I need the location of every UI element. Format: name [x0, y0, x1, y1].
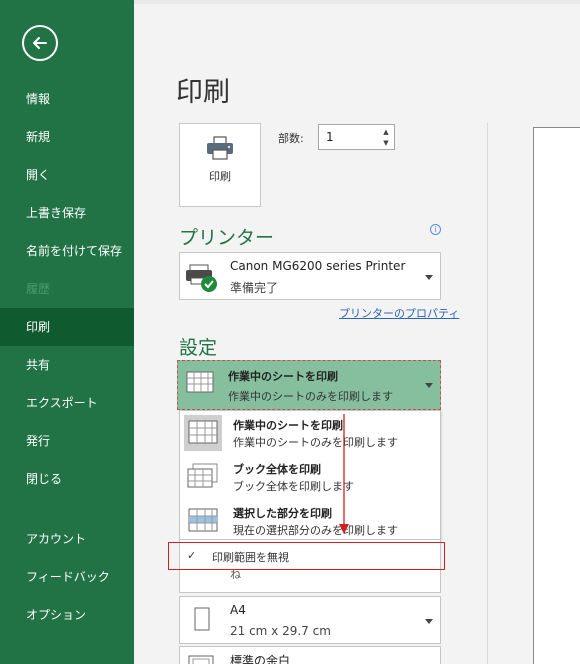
- printer-properties-link[interactable]: プリンターのプロパティ: [339, 305, 459, 321]
- page-title: 印刷: [176, 77, 230, 108]
- spin-down-icon[interactable]: ▼: [381, 138, 391, 148]
- print-button-label: 印刷: [209, 170, 231, 183]
- nav-save[interactable]: 上書き保存: [0, 194, 134, 232]
- top-strip: [134, 0, 580, 4]
- margins-icon: [188, 655, 214, 664]
- settings-heading: 設定: [179, 337, 218, 359]
- nav-publish[interactable]: 発行: [0, 422, 134, 460]
- printer-heading: プリンター: [179, 227, 275, 249]
- sheet-grid-icon: [184, 415, 222, 451]
- info-icon[interactable]: i: [430, 224, 441, 235]
- pane-divider: [487, 123, 488, 664]
- selected-option-subtitle: 作業中のシートのみを印刷します: [228, 390, 393, 403]
- printer-dropdown[interactable]: Canon MG6200 series Printer 準備完了: [179, 252, 441, 300]
- nav-new[interactable]: 新規: [0, 118, 134, 156]
- option-subtitle: 現在の選択部分のみを印刷します: [233, 524, 398, 537]
- nav-info[interactable]: 情報: [0, 80, 134, 118]
- copies-stepper[interactable]: 1 ▲ ▼: [318, 124, 395, 150]
- spin-up-icon[interactable]: ▲: [381, 127, 391, 137]
- margins-dropdown[interactable]: 標準の余白: [179, 646, 441, 664]
- margins-name: 標準の余白: [230, 654, 291, 664]
- sheet-grid-icon: [186, 371, 214, 393]
- option-title: 選択した部分を印刷: [233, 507, 332, 520]
- copies-value[interactable]: 1: [326, 130, 334, 144]
- nav-close[interactable]: 閉じる: [0, 460, 134, 498]
- annotation-highlight-box: [168, 542, 445, 570]
- option-subtitle: 作業中のシートのみを印刷します: [233, 436, 398, 449]
- menu-item-selection[interactable]: 選択した部分を印刷 現在の選択部分のみを印刷します: [180, 499, 440, 543]
- paper-size-dropdown[interactable]: A4 21 cm x 29.7 cm: [179, 596, 441, 644]
- selected-option-title: 作業中のシートを印刷: [228, 370, 338, 383]
- chevron-down-icon: [425, 275, 433, 280]
- menu-item-entire-workbook[interactable]: ブック全体を印刷 ブック全体を印刷します: [180, 455, 440, 499]
- chevron-down-icon: [425, 383, 433, 388]
- nav-export[interactable]: エクスポート: [0, 384, 134, 422]
- workbook-icon: [184, 459, 222, 495]
- nav-feedback[interactable]: フィードバック: [0, 558, 134, 596]
- chevron-down-icon: [425, 619, 433, 624]
- back-button[interactable]: [22, 25, 58, 61]
- print-button[interactable]: 印刷: [179, 123, 261, 207]
- printer-status: 準備完了: [230, 281, 279, 295]
- paper-icon: [194, 607, 210, 631]
- nav-share[interactable]: 共有: [0, 346, 134, 384]
- printer-name: Canon MG6200 series Printer: [230, 259, 406, 273]
- nav-history: 履歴: [26, 282, 51, 296]
- menu-item-active-sheets[interactable]: 作業中のシートを印刷 作業中のシートのみを印刷します: [180, 411, 440, 455]
- option-title: ブック全体を印刷: [233, 463, 321, 476]
- copies-label: 部数:: [278, 132, 304, 145]
- printer-ready-icon: [186, 264, 217, 292]
- nav-print[interactable]: 印刷: [0, 308, 134, 346]
- nav-open[interactable]: 開く: [0, 156, 134, 194]
- printer-icon: [207, 136, 233, 160]
- print-what-menu: 作業中のシートを印刷 作業中のシートのみを印刷します ブック全体を印刷 ブック全…: [179, 410, 441, 540]
- annotation-arrow-icon: [339, 414, 349, 534]
- back-arrow-icon: [33, 37, 47, 49]
- backstage-sidebar: 情報 新規 開く 上書き保存 名前を付けて保存 履歴 印刷 共有 エクスポート …: [0, 0, 134, 664]
- nav-save-as[interactable]: 名前を付けて保存: [0, 232, 134, 270]
- selection-icon: [184, 503, 222, 539]
- option-subtitle: ブック全体を印刷します: [233, 480, 354, 493]
- option-title: 作業中のシートを印刷: [233, 419, 343, 432]
- print-what-dropdown[interactable]: 作業中のシートを印刷 作業中のシートのみを印刷します: [177, 360, 441, 410]
- paper-size-name: A4: [230, 603, 246, 617]
- paper-size-dimensions: 21 cm x 29.7 cm: [230, 624, 331, 638]
- nav-options[interactable]: オプション: [0, 596, 134, 634]
- nav-account[interactable]: アカウント: [0, 520, 134, 558]
- print-preview-page: [533, 127, 580, 664]
